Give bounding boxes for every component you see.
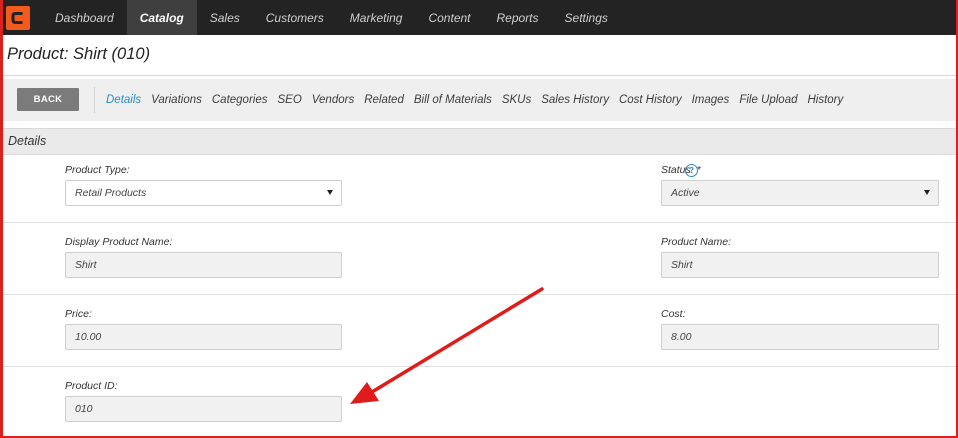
status-value: Active xyxy=(671,187,700,199)
title-divider xyxy=(3,75,956,76)
price-input[interactable]: 10.00 xyxy=(65,324,342,350)
tab-history[interactable]: History xyxy=(807,94,843,106)
top-navigation: Dashboard Catalog Sales Customers Market… xyxy=(0,0,958,35)
annotation-arrow-icon xyxy=(350,287,544,404)
product-type-label: Product Type: xyxy=(65,164,130,176)
logo-icon xyxy=(5,5,30,30)
nav-settings[interactable]: Settings xyxy=(552,0,621,35)
help-icon[interactable]: ? xyxy=(685,164,698,177)
row-divider xyxy=(3,222,956,223)
nav-reports[interactable]: Reports xyxy=(484,0,552,35)
row-divider xyxy=(3,366,956,367)
product-id-label: Product ID: xyxy=(65,380,118,392)
nav-marketing[interactable]: Marketing xyxy=(337,0,416,35)
nav-content[interactable]: Content xyxy=(415,0,483,35)
tab-skus[interactable]: SKUs xyxy=(502,94,531,106)
product-id-input[interactable]: 010 xyxy=(65,396,342,422)
row-divider xyxy=(3,294,956,295)
product-name-label: Product Name: xyxy=(661,236,732,248)
cost-input[interactable]: 8.00 xyxy=(661,324,939,350)
tab-seo[interactable]: SEO xyxy=(278,94,302,106)
nav-customers[interactable]: Customers xyxy=(253,0,337,35)
display-name-value: Shirt xyxy=(75,259,97,271)
tab-vendors[interactable]: Vendors xyxy=(312,94,354,106)
price-value: 10.00 xyxy=(75,331,102,343)
product-id-value: 010 xyxy=(75,403,93,415)
tab-cost-history[interactable]: Cost History xyxy=(619,94,682,106)
product-tabs: Details Variations Categories SEO Vendor… xyxy=(106,79,853,121)
tab-images[interactable]: Images xyxy=(692,94,730,106)
cost-label: Cost: xyxy=(661,308,686,320)
app-logo[interactable] xyxy=(0,0,35,35)
nav-sales[interactable]: Sales xyxy=(197,0,253,35)
product-name-value: Shirt xyxy=(671,259,693,271)
chevron-down-icon xyxy=(924,190,930,195)
page-title: Product: Shirt (010) xyxy=(7,45,151,63)
tab-sales-history[interactable]: Sales History xyxy=(541,94,609,106)
price-label: Price: xyxy=(65,308,92,320)
back-button[interactable]: BACK xyxy=(17,88,79,111)
status-select[interactable]: Active xyxy=(661,180,939,206)
screenshot-frame xyxy=(0,0,958,438)
tab-file-upload[interactable]: File Upload xyxy=(739,94,797,106)
tab-details[interactable]: Details xyxy=(106,94,141,106)
display-name-input[interactable]: Shirt xyxy=(65,252,342,278)
nav-catalog[interactable]: Catalog xyxy=(126,0,197,35)
display-name-label: Display Product Name: xyxy=(65,236,173,248)
cost-value: 8.00 xyxy=(671,331,692,343)
chevron-down-icon xyxy=(327,190,333,195)
tab-variations[interactable]: Variations xyxy=(151,94,202,106)
details-section-header: Details xyxy=(3,128,956,155)
nav-dashboard[interactable]: Dashboard xyxy=(42,0,127,35)
product-type-select[interactable]: Retail Products xyxy=(65,180,342,206)
tab-categories[interactable]: Categories xyxy=(212,94,268,106)
toolbar-divider xyxy=(94,87,95,113)
product-toolbar: BACK Details Variations Categories SEO V… xyxy=(3,79,956,121)
tab-bill-of-materials[interactable]: Bill of Materials xyxy=(414,94,492,106)
section-title: Details xyxy=(8,134,47,148)
product-name-input[interactable]: Shirt xyxy=(661,252,939,278)
tab-related[interactable]: Related xyxy=(364,94,404,106)
product-type-value: Retail Products xyxy=(75,187,147,199)
